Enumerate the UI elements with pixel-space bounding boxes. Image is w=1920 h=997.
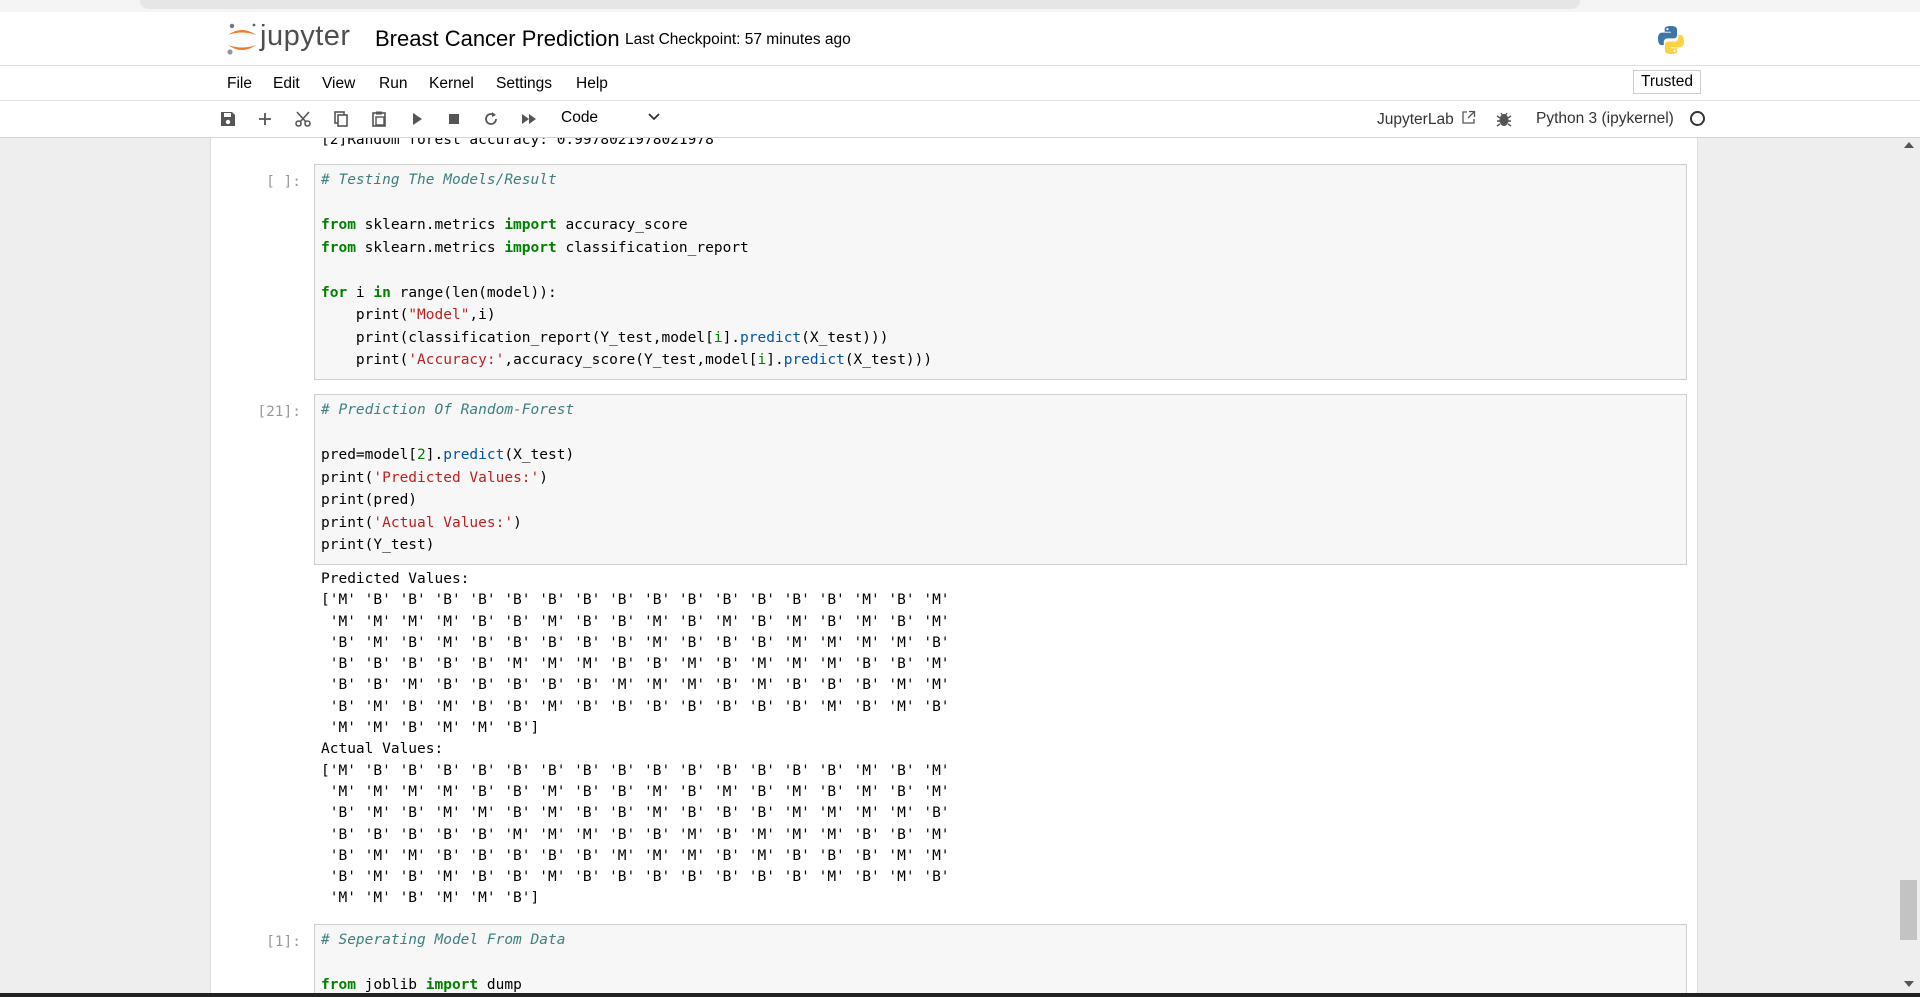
bottom-edge <box>0 993 1920 997</box>
cell-input[interactable]: # Prediction Of Random-Forest pred=model… <box>314 394 1687 565</box>
python-logo-icon <box>1658 26 1684 54</box>
menu-bar: File Edit View Run Kernel Settings Help … <box>0 66 1920 101</box>
menu-kernel[interactable]: Kernel <box>429 75 474 93</box>
kernel-name[interactable]: Python 3 (ipykernel) <box>1536 110 1674 128</box>
output-line: 'B' 'B' 'M' 'B' 'B' 'B' 'B' 'B' 'M' 'M' … <box>321 677 950 694</box>
jupyter-logo-text[interactable]: jupyter <box>260 20 351 53</box>
notebook-title[interactable]: Breast Cancer Prediction <box>375 26 620 52</box>
menu-run[interactable]: Run <box>379 75 407 93</box>
cell-prompt: [1]: <box>266 934 301 950</box>
copy-icon[interactable] <box>331 109 351 129</box>
notebook-header: jupyter Breast Cancer Prediction Last Ch… <box>0 12 1920 66</box>
output-line: 'B' 'B' 'B' 'B' 'B' 'M' 'M' 'M' 'B' 'B' … <box>321 656 950 673</box>
run-all-icon[interactable] <box>519 109 539 129</box>
output-line: Predicted Values: <box>321 571 470 587</box>
output-line: 'M' 'M' 'M' 'M' 'B' 'B' 'M' 'B' 'B' 'M' … <box>321 613 950 630</box>
menu-edit[interactable]: Edit <box>273 75 300 93</box>
output-line: ['M' 'B' 'B' 'B' 'B' 'B' 'B' 'B' 'B' 'B'… <box>321 592 950 609</box>
code-line: # Seperating Model From Data <box>321 932 566 948</box>
add-cell-icon[interactable] <box>255 109 275 129</box>
output-line: 'B' 'M' 'B' 'M' 'B' 'B' 'M' 'B' 'B' 'B' … <box>321 869 950 886</box>
save-icon[interactable] <box>218 109 238 129</box>
output-line: 'B' 'M' 'B' 'M' 'B' 'B' 'B' 'B' 'B' 'M' … <box>321 634 950 651</box>
restart-icon[interactable] <box>481 109 501 129</box>
output-line: Actual Values: <box>321 741 444 758</box>
cell-prompt: [21]: <box>257 404 301 420</box>
menu-help[interactable]: Help <box>576 75 608 93</box>
code-line: # Testing The Models/Result <box>321 172 557 188</box>
cell-output: Predicted Values: ['M' 'B' 'B' 'B' 'B' 'B… <box>321 569 950 910</box>
output-line: 'M' 'M' 'B' 'M' 'M' 'B'] <box>321 890 540 907</box>
browser-top-strip <box>0 0 1920 12</box>
cut-icon[interactable] <box>293 109 313 129</box>
output-line: 'B' 'M' 'B' 'M' 'M' 'B' 'M' 'B' 'B' 'M' … <box>321 805 950 822</box>
menu-file[interactable]: File <box>227 75 252 93</box>
menu-view[interactable]: View <box>322 75 355 93</box>
notebook-toolbar: Code JupyterLab Python 3 (ipykernel) <box>0 101 1920 138</box>
output-line: 'B' 'B' 'B' 'B' 'B' 'M' 'M' 'M' 'B' 'B' … <box>321 826 950 843</box>
output-line: ['M' 'B' 'B' 'B' 'B' 'B' 'B' 'B' 'B' 'B'… <box>321 762 950 779</box>
vertical-scrollbar[interactable] <box>1898 138 1920 997</box>
scrollbar-thumb[interactable] <box>1900 880 1917 940</box>
paste-icon[interactable] <box>369 109 389 129</box>
scroll-up-icon[interactable] <box>1904 142 1914 148</box>
jupyterlab-link[interactable]: JupyterLab <box>1377 110 1476 129</box>
trusted-indicator[interactable]: Trusted <box>1633 70 1701 94</box>
chevron-down-icon <box>648 113 660 121</box>
notebook-panel: [2]Random forest accuracy: 0.99780219780… <box>210 138 1698 997</box>
run-icon[interactable] <box>407 109 427 129</box>
output-line: 'B' 'M' 'M' 'B' 'B' 'B' 'B' 'B' 'M' 'M' … <box>321 847 950 864</box>
stop-icon[interactable] <box>444 109 464 129</box>
output-line: 'M' 'M' 'M' 'M' 'B' 'B' 'M' 'B' 'B' 'M' … <box>321 783 950 800</box>
cell-input[interactable]: # Testing The Models/Result from sklearn… <box>314 164 1687 380</box>
browser-tab-strip <box>140 0 1580 9</box>
scroll-down-icon[interactable] <box>1904 981 1914 987</box>
previous-output: [2]Random forest accuracy: 0.99780219780… <box>321 138 714 148</box>
code-line: # Prediction Of Random-Forest <box>321 402 575 418</box>
menu-settings[interactable]: Settings <box>496 75 552 93</box>
output-line: 'M' 'M' 'B' 'M' 'M' 'B'] <box>321 720 540 737</box>
jupyter-logo-icon[interactable] <box>224 21 260 57</box>
checkpoint-status: Last Checkpoint: 57 minutes ago <box>625 31 851 48</box>
external-link-icon <box>1462 110 1476 124</box>
cell-type-value: Code <box>561 109 599 126</box>
cell-type-select[interactable]: Code <box>561 109 661 129</box>
debugger-icon[interactable] <box>1496 110 1512 128</box>
kernel-status-icon <box>1690 111 1705 126</box>
output-line: 'B' 'M' 'B' 'M' 'B' 'B' 'M' 'B' 'B' 'B' … <box>321 698 950 715</box>
cell-prompt: [ ]: <box>266 174 301 190</box>
jupyterlab-link-label: JupyterLab <box>1377 111 1454 128</box>
cell-input[interactable]: # Seperating Model From Data from joblib… <box>314 924 1687 997</box>
